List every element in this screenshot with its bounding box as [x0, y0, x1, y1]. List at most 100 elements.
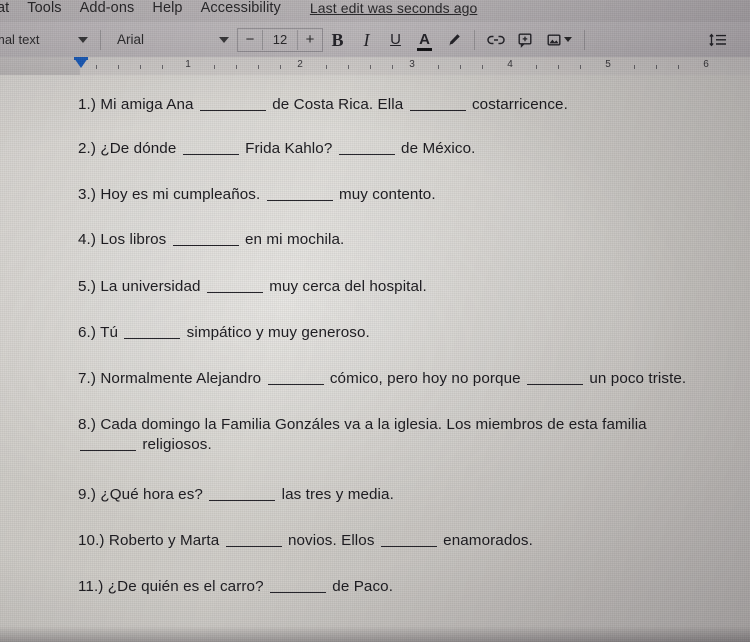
- ruler-number-1: 1: [185, 59, 191, 70]
- font-size-input[interactable]: 12: [262, 29, 298, 50]
- ruler-number-5: 5: [605, 59, 611, 70]
- ruler-tick: [162, 65, 163, 69]
- toolbar-divider: [100, 29, 101, 50]
- google-docs-screenshot: at Tools Add-ons Help Accessibility Last…: [0, 0, 750, 642]
- question-text: cómico, pero hoy no porque: [329, 370, 521, 387]
- ruler-tick: [558, 65, 559, 69]
- question-text: ¿De quién es el carro?: [107, 578, 264, 595]
- question-text: de Paco.: [332, 578, 394, 595]
- answer-blank[interactable]: [206, 292, 263, 293]
- answer-blank[interactable]: [267, 384, 324, 385]
- answer-blank[interactable]: [338, 154, 395, 155]
- text-color-button[interactable]: A: [410, 29, 439, 51]
- document-page[interactable]: 1.) Mi amiga Ana de Costa Rica. Ella cos…: [0, 75, 750, 642]
- menu-item-add-ons[interactable]: Add-ons: [71, 0, 144, 16]
- answer-blank[interactable]: [266, 200, 333, 201]
- question-text: La universidad: [100, 278, 201, 295]
- question-text: las tres y media.: [281, 486, 394, 503]
- question-item-7[interactable]: 7.) Normalmente Alejandro cómico, pero h…: [78, 369, 746, 389]
- question-text: costarricence.: [471, 96, 568, 113]
- question-text: en mi mochila.: [245, 231, 345, 248]
- ruler-tick: [214, 65, 215, 69]
- ruler-tick: [258, 65, 259, 69]
- font-size-stepper[interactable]: − 12 +: [237, 27, 323, 52]
- question-text: un poco triste.: [589, 370, 687, 387]
- ruler-tick: [438, 65, 439, 69]
- bold-button[interactable]: B: [323, 29, 352, 51]
- question-text: de México.: [401, 140, 476, 157]
- question-item-3[interactable]: 3.) Hoy es mi cumpleaños. muy contento.: [78, 185, 746, 205]
- question-number: 4.): [78, 231, 97, 248]
- font-family-chevron-down-icon[interactable]: [219, 36, 229, 43]
- insert-image-icon[interactable]: [539, 32, 568, 48]
- ruler-tick: [482, 65, 483, 69]
- paragraph-style-chevron-down-icon[interactable]: [78, 36, 88, 43]
- ruler-number-3: 3: [409, 59, 415, 70]
- question-text: muy cerca del hospital.: [269, 278, 427, 295]
- add-comment-icon[interactable]: [510, 32, 539, 48]
- answer-blank[interactable]: [80, 450, 136, 451]
- increase-font-size-button[interactable]: +: [298, 30, 322, 50]
- italic-button[interactable]: I: [352, 29, 381, 51]
- ruler-tick: [678, 65, 679, 69]
- question-number: 5.): [78, 278, 97, 295]
- question-number: 10.): [78, 532, 105, 549]
- ruler-tick: [326, 65, 327, 69]
- underline-button[interactable]: U: [381, 29, 410, 51]
- question-item-4[interactable]: 4.) Los libros en mi mochila.: [78, 230, 746, 250]
- question-item-9[interactable]: 9.) ¿Qué hora es? las tres y media.: [78, 485, 746, 505]
- left-indent-marker[interactable]: [74, 58, 88, 68]
- line-spacing-icon[interactable]: [703, 32, 732, 48]
- menu-item-help[interactable]: Help: [143, 0, 191, 16]
- decrease-font-size-button[interactable]: −: [238, 30, 262, 50]
- formatting-toolbar: mal text Arial − 12 + B I U A: [0, 22, 750, 57]
- answer-blank[interactable]: [209, 500, 276, 501]
- answer-blank[interactable]: [199, 110, 266, 111]
- ruler-tick: [370, 65, 371, 69]
- toolbar-divider-2: [474, 29, 475, 50]
- question-text: religiosos.: [142, 436, 212, 453]
- menu-item-at[interactable]: at: [0, 0, 18, 16]
- question-text: Mi amiga Ana: [100, 96, 194, 113]
- font-family-dropdown[interactable]: Arial: [107, 32, 213, 47]
- question-number: 6.): [78, 324, 97, 341]
- answer-blank[interactable]: [182, 154, 239, 155]
- highlight-pen-icon[interactable]: [439, 32, 468, 48]
- menu-item-accessibility[interactable]: Accessibility: [192, 0, 290, 16]
- ruler-tick: [392, 65, 393, 69]
- question-text: Frida Kahlo?: [245, 140, 333, 157]
- question-number: 1.): [78, 96, 97, 113]
- answer-blank[interactable]: [409, 110, 466, 111]
- question-item-6[interactable]: 6.) Tú simpático y muy generoso.: [78, 323, 746, 343]
- question-number: 3.): [78, 186, 97, 203]
- ruler-number-4: 4: [507, 59, 513, 70]
- answer-blank[interactable]: [172, 245, 239, 246]
- document-ruler[interactable]: 1 2 3 4 5 6: [0, 57, 750, 75]
- question-text: enamorados.: [443, 532, 533, 549]
- question-text: simpático y muy generoso.: [186, 324, 370, 341]
- toolbar-divider-3: [584, 29, 585, 50]
- ruler-tick: [96, 65, 97, 69]
- question-item-2[interactable]: 2.) ¿De dónde Frida Kahlo? de México.: [78, 139, 746, 159]
- question-item-8[interactable]: 8.) Cada domingo la Familia Gonzáles va …: [78, 415, 738, 455]
- answer-blank[interactable]: [225, 546, 282, 547]
- question-item-1[interactable]: 1.) Mi amiga Ana de Costa Rica. Ella cos…: [78, 95, 746, 115]
- question-item-5[interactable]: 5.) La universidad muy cerca del hospita…: [78, 277, 746, 297]
- question-text: ¿Qué hora es?: [100, 486, 203, 503]
- answer-blank[interactable]: [124, 338, 181, 339]
- answer-blank[interactable]: [380, 546, 437, 547]
- answer-blank[interactable]: [269, 592, 326, 593]
- question-text: de Costa Rica. Ella: [272, 96, 404, 113]
- question-item-10[interactable]: 10.) Roberto y Marta novios. Ellos enamo…: [78, 531, 746, 551]
- menu-item-tools[interactable]: Tools: [18, 0, 70, 16]
- last-edit-status[interactable]: Last edit was seconds ago: [310, 0, 478, 16]
- paragraph-style-dropdown[interactable]: mal text: [0, 32, 72, 47]
- insert-link-icon[interactable]: [481, 33, 510, 47]
- ruler-tick: [236, 65, 237, 69]
- question-item-11[interactable]: 11.) ¿De quién es el carro? de Paco.: [78, 577, 746, 597]
- question-text: muy contento.: [338, 186, 436, 203]
- question-text: Roberto y Marta: [108, 532, 220, 549]
- ruler-tick: [460, 65, 461, 69]
- answer-blank[interactable]: [527, 384, 584, 385]
- ruler-tick: [536, 65, 537, 69]
